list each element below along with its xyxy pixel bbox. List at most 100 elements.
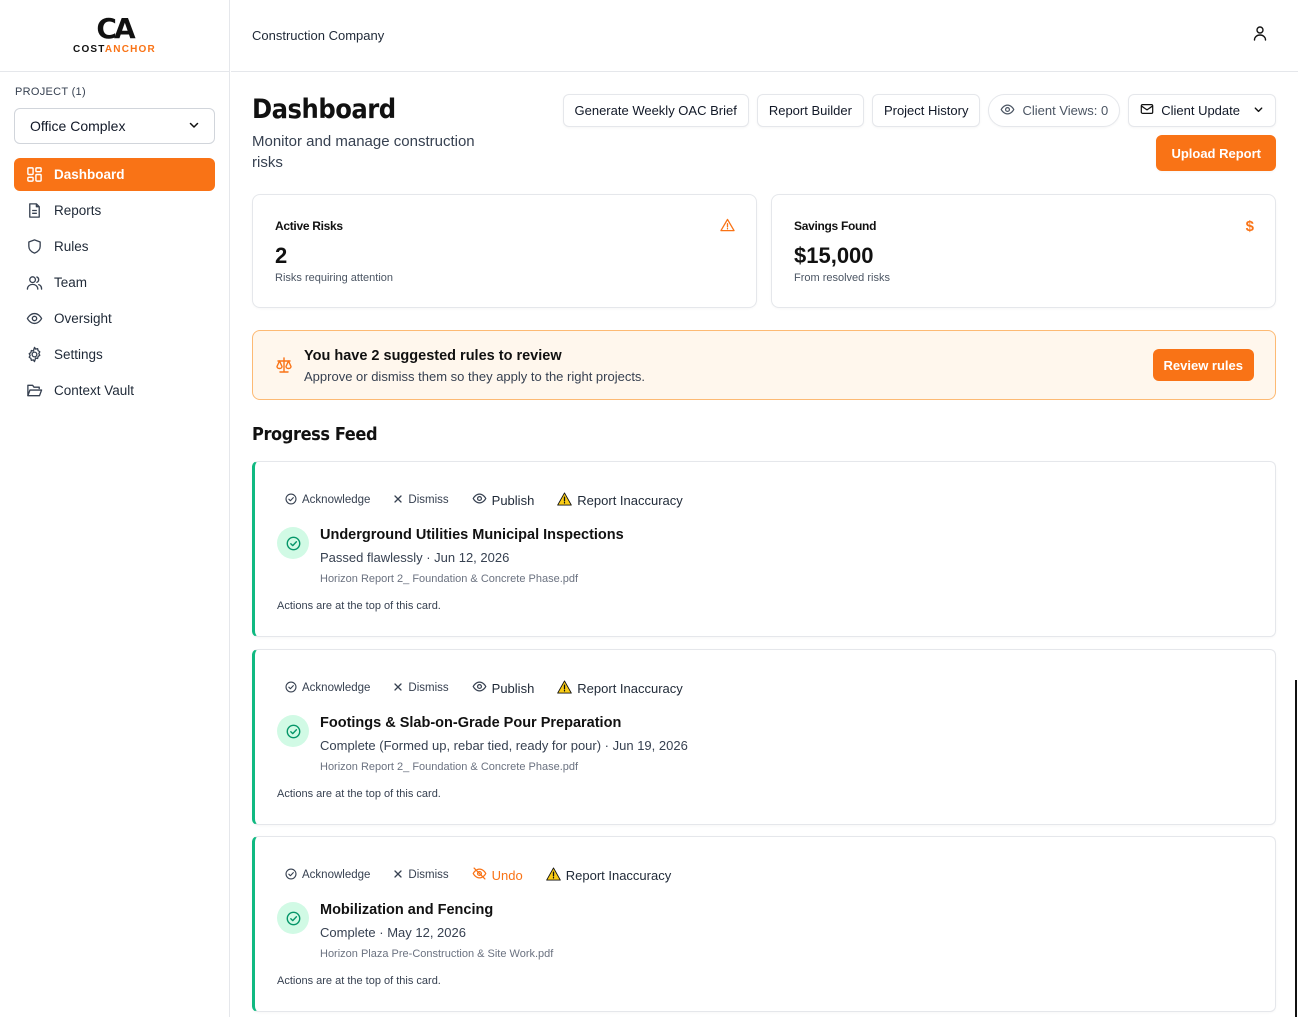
chevron-down-icon bbox=[188, 118, 200, 134]
check-circle-icon bbox=[285, 492, 297, 508]
dismiss-button[interactable]: Dismiss bbox=[393, 494, 449, 507]
review-rules-button[interactable]: Review rules bbox=[1152, 349, 1254, 381]
scale-icon bbox=[275, 356, 293, 379]
action-label: Dismiss bbox=[408, 494, 449, 506]
sidebar-item-dashboard[interactable]: Dashboard bbox=[14, 158, 215, 191]
card-title: Mobilization and Fencing bbox=[320, 902, 494, 918]
close-icon bbox=[393, 869, 403, 882]
report-inaccuracy-button[interactable]: Report Inaccuracy bbox=[545, 866, 672, 884]
company-name: Construction Company bbox=[252, 28, 385, 43]
success-check-icon bbox=[277, 715, 309, 747]
sidebar-item-label: Dashboard bbox=[54, 167, 125, 182]
feed-card: Acknowledge Dismiss Publish Report Inacc… bbox=[252, 649, 1276, 825]
card-actions: Acknowledge Dismiss Publish Report Inacc… bbox=[285, 490, 706, 510]
sidebar-item-label: Rules bbox=[54, 239, 89, 254]
button-label: Project History bbox=[883, 103, 969, 118]
report-builder-button[interactable]: Report Builder bbox=[756, 94, 864, 127]
acknowledge-button[interactable]: Acknowledge bbox=[285, 492, 371, 508]
warning-icon bbox=[557, 491, 573, 509]
folder-open-icon bbox=[25, 382, 43, 400]
top-bar: Construction Company bbox=[231, 0, 1298, 72]
report-inaccuracy-button[interactable]: Report Inaccuracy bbox=[557, 679, 683, 697]
action-label: Acknowledge bbox=[302, 869, 371, 881]
card-subtitle: Passed flawlessly · Jun 12, 2026 bbox=[320, 550, 510, 565]
scrollbar[interactable] bbox=[1295, 680, 1297, 1017]
sidebar-item-context-vault[interactable]: Context Vault bbox=[14, 374, 215, 407]
report-inaccuracy-button[interactable]: Report Inaccuracy bbox=[557, 491, 683, 509]
file-text-icon bbox=[25, 202, 43, 220]
logo-word-anchor: ANCHOR bbox=[104, 44, 156, 55]
feed-card: Acknowledge Dismiss Undo Report Inaccura… bbox=[252, 836, 1276, 1012]
sidebar-item-oversight[interactable]: Oversight bbox=[14, 302, 215, 335]
logo-word-cost: COST bbox=[73, 44, 105, 55]
generate-weekly-brief-button[interactable]: Generate Weekly OAC Brief bbox=[562, 94, 749, 127]
card-source-file[interactable]: Horizon Plaza Pre-Construction & Site Wo… bbox=[320, 948, 553, 960]
sidebar-item-label: Oversight bbox=[54, 311, 112, 326]
sidebar-item-label: Team bbox=[54, 275, 88, 290]
client-update-button[interactable]: Client Update bbox=[1128, 94, 1276, 127]
eye-icon bbox=[472, 679, 487, 697]
action-label: Acknowledge bbox=[302, 494, 371, 506]
stat-value: 2 bbox=[275, 243, 288, 268]
eye-icon bbox=[25, 310, 43, 328]
sidebar-item-reports[interactable]: Reports bbox=[14, 194, 215, 227]
close-icon bbox=[393, 494, 403, 507]
acknowledge-button[interactable]: Acknowledge bbox=[285, 680, 371, 696]
sidebar-item-team[interactable]: Team bbox=[14, 266, 215, 299]
action-label: Publish bbox=[491, 680, 535, 696]
card-subtitle: Complete · May 12, 2026 bbox=[320, 925, 466, 940]
banner-title: You have 2 suggested rules to review bbox=[304, 348, 562, 364]
action-label: Dismiss bbox=[408, 869, 449, 881]
stat-description: From resolved risks bbox=[794, 272, 890, 284]
publish-button[interactable]: Publish bbox=[472, 491, 534, 509]
eye-icon bbox=[472, 491, 487, 509]
mail-icon bbox=[1140, 102, 1154, 119]
logo-mark: CA bbox=[96, 15, 135, 43]
sidebar-nav: Dashboard Reports Rules Team Oversight S… bbox=[14, 158, 215, 410]
project-select[interactable]: Office Complex bbox=[14, 108, 215, 144]
sidebar-item-label: Context Vault bbox=[54, 383, 135, 398]
logo-wordmark: COSTANCHOR bbox=[73, 44, 156, 55]
logo[interactable]: CA COSTANCHOR bbox=[0, 0, 229, 72]
undo-button[interactable]: Undo bbox=[472, 866, 523, 884]
card-actions: Acknowledge Dismiss Undo Report Inaccura… bbox=[285, 865, 694, 885]
card-footer: Actions are at the top of this card. bbox=[277, 975, 441, 987]
chevron-down-icon bbox=[1253, 103, 1264, 118]
upload-report-button[interactable]: Upload Report bbox=[1156, 135, 1276, 171]
check-circle-icon bbox=[285, 680, 297, 696]
card-source-file[interactable]: Horizon Report 2_ Foundation & Concrete … bbox=[320, 573, 578, 585]
user-icon[interactable] bbox=[1252, 25, 1268, 46]
client-views-badge[interactable]: Client Views: 0 bbox=[988, 94, 1121, 127]
card-footer: Actions are at the top of this card. bbox=[277, 788, 441, 800]
sidebar: CA COSTANCHOR PROJECT (1) Office Complex… bbox=[0, 0, 230, 1017]
publish-button[interactable]: Publish bbox=[472, 679, 535, 697]
logo-mark-text: CA bbox=[96, 12, 135, 45]
button-label: Generate Weekly OAC Brief bbox=[574, 103, 737, 118]
users-icon bbox=[25, 274, 43, 292]
sidebar-item-settings[interactable]: Settings bbox=[14, 338, 215, 371]
layout-grid-icon bbox=[25, 166, 43, 184]
action-label: Dismiss bbox=[408, 682, 449, 694]
stat-value: $15,000 bbox=[794, 243, 874, 268]
acknowledge-button[interactable]: Acknowledge bbox=[285, 867, 371, 883]
card-source-file[interactable]: Horizon Report 2_ Foundation & Concrete … bbox=[320, 761, 578, 773]
dismiss-button[interactable]: Dismiss bbox=[393, 869, 449, 882]
project-label: PROJECT (1) bbox=[15, 86, 86, 98]
action-label: Report Inaccuracy bbox=[577, 680, 683, 696]
gear-icon bbox=[25, 346, 43, 364]
stat-label: Active Risks bbox=[275, 219, 343, 233]
action-label: Acknowledge bbox=[302, 682, 371, 694]
action-label: Report Inaccuracy bbox=[565, 867, 672, 883]
action-label: Report Inaccuracy bbox=[577, 492, 683, 508]
client-views-label: Client Views: 0 bbox=[1022, 103, 1109, 118]
feed-card: Acknowledge Dismiss Publish Report Inacc… bbox=[252, 461, 1276, 637]
stat-description: Risks requiring attention bbox=[275, 272, 394, 284]
card-footer: Actions are at the top of this card. bbox=[277, 600, 441, 612]
action-label: Undo bbox=[491, 867, 523, 883]
card-title: Footings & Slab-on-Grade Pour Preparatio… bbox=[320, 715, 622, 731]
dismiss-button[interactable]: Dismiss bbox=[393, 682, 449, 695]
project-history-button[interactable]: Project History bbox=[871, 94, 981, 127]
sidebar-item-rules[interactable]: Rules bbox=[14, 230, 215, 263]
success-check-icon bbox=[277, 527, 309, 559]
banner-description: Approve or dismiss them so they apply to… bbox=[304, 369, 646, 384]
